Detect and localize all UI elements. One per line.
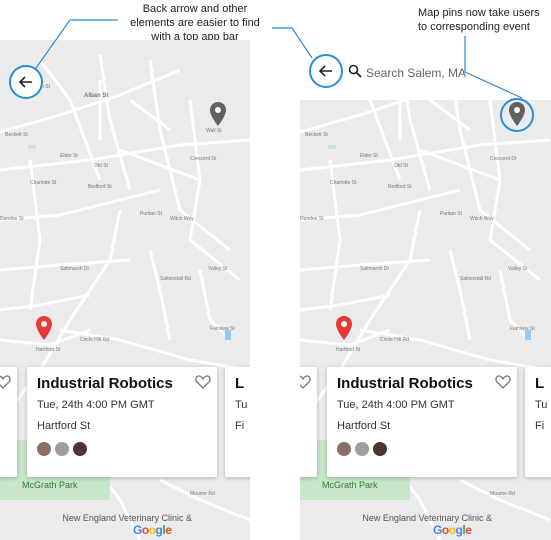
svg-text:Dundee St: Dundee St [300,216,324,222]
svg-text:Fairview St: Fairview St [510,326,535,332]
svg-text:Crescent Dr: Crescent Dr [190,156,217,162]
search-icon [348,64,362,78]
heart-outline-icon[interactable] [195,375,211,389]
event-date-partial: Tu [535,399,548,411]
event-title-partial: L [235,375,245,392]
svg-text:Puritan St: Puritan St [140,211,163,217]
svg-text:Crescent Dr: Crescent Dr [490,156,517,162]
park-label: McGrath Park [22,480,78,490]
avatar [37,442,51,456]
arrow-left-icon [18,76,32,88]
event-location-partial: Fi [535,420,545,432]
top-app-bar [300,40,551,100]
avatar [73,442,87,456]
svg-text:Alban St: Alban St [84,93,108,99]
back-button[interactable] [9,65,43,99]
google-logo: Google [433,523,472,537]
svg-text:Saltonstall Rd: Saltonstall Rd [460,276,491,282]
event-date: Tue, 24th 4:00 PM GMT [37,399,155,411]
park-label: McGrath Park [322,480,378,490]
event-card-partial-right[interactable]: L Tu Fi [525,367,551,477]
svg-text:Witch Way: Witch Way [170,216,194,222]
event-card-partial-left[interactable] [300,367,317,477]
event-date: Tue, 24th 4:00 PM GMT [337,399,455,411]
poi-label: New England Veterinary Clinic & [362,513,492,523]
svg-text:Fairview St: Fairview St [210,326,235,332]
phone-before: Alban St Fulton St Beckett St Wall St El… [0,40,250,540]
svg-text:Wall St: Wall St [206,128,222,134]
event-title: Industrial Robotics [37,375,173,392]
search-input[interactable] [366,62,526,84]
heart-outline-icon[interactable] [300,375,311,389]
svg-text:Elder St: Elder St [360,153,378,159]
attendee-avatars [37,442,91,461]
event-location-partial: Fi [235,420,245,432]
svg-text:Circle Hill Rd: Circle Hill Rd [80,337,109,343]
map-pin-icon[interactable] [508,101,526,127]
event-card-partial-left[interactable] [0,367,17,477]
svg-text:Elder St: Elder St [60,153,78,159]
event-title: Industrial Robotics [337,375,473,392]
svg-text:Charlotte St: Charlotte St [30,180,57,186]
svg-text:Mourne Rd: Mourne Rd [490,491,515,497]
back-button[interactable] [309,54,343,88]
event-location: Hartford St [37,420,91,432]
svg-text:Charlotte St: Charlotte St [330,180,357,186]
svg-text:Saltonstall Rd: Saltonstall Rd [160,276,191,282]
event-card[interactable]: Industrial Robotics Tue, 24th 4:00 PM GM… [327,367,517,477]
event-title-partial: L [535,375,545,392]
left-annotation: Back arrow and other elements are easier… [130,3,260,43]
svg-text:Mourne Rd: Mourne Rd [190,491,215,497]
map-pin-icon[interactable] [209,101,227,127]
attendee-avatars [337,442,391,461]
svg-text:Witch Way: Witch Way [470,216,494,222]
heart-outline-icon[interactable] [495,375,511,389]
event-date-partial: Tu [235,399,248,411]
phone-after: Elder St Old St Beckett St Charlotte St … [300,40,551,540]
event-card[interactable]: Industrial Robotics Tue, 24th 4:00 PM GM… [27,367,217,477]
avatar [355,442,369,456]
svg-text:Saltmarsh Dr: Saltmarsh Dr [60,266,90,272]
map-pin-icon[interactable] [35,315,53,341]
svg-text:Valley St: Valley St [508,266,528,272]
svg-text:Puritan St: Puritan St [440,211,463,217]
svg-text:Old St: Old St [94,163,109,169]
svg-text:Bedford St: Bedford St [388,184,412,190]
heart-outline-icon[interactable] [0,375,11,389]
svg-text:Valley St: Valley St [208,266,228,272]
arrow-left-icon [318,65,332,77]
svg-text:Saltmarsh Dr: Saltmarsh Dr [360,266,390,272]
svg-text:Beckett St: Beckett St [5,132,28,138]
svg-text:Bedford St: Bedford St [88,184,112,190]
event-location: Hartford St [337,420,391,432]
svg-text:Circle Hill Rd: Circle Hill Rd [380,337,409,343]
avatar [55,442,69,456]
svg-text:Hartford St: Hartford St [336,347,361,353]
event-card-partial-right[interactable]: L Tu Fi [225,367,250,477]
poi-label: New England Veterinary Clinic & [62,513,192,523]
right-annotation: Map pins now take users to corresponding… [418,7,540,33]
svg-text:Old St: Old St [394,163,409,169]
map-pin-icon[interactable] [335,315,353,341]
svg-text:Hartford St: Hartford St [36,347,61,353]
google-logo: Google [133,523,172,537]
avatar [373,442,387,456]
svg-text:Beckett St: Beckett St [305,132,328,138]
svg-text:Dundee St: Dundee St [0,216,24,222]
avatar [337,442,351,456]
